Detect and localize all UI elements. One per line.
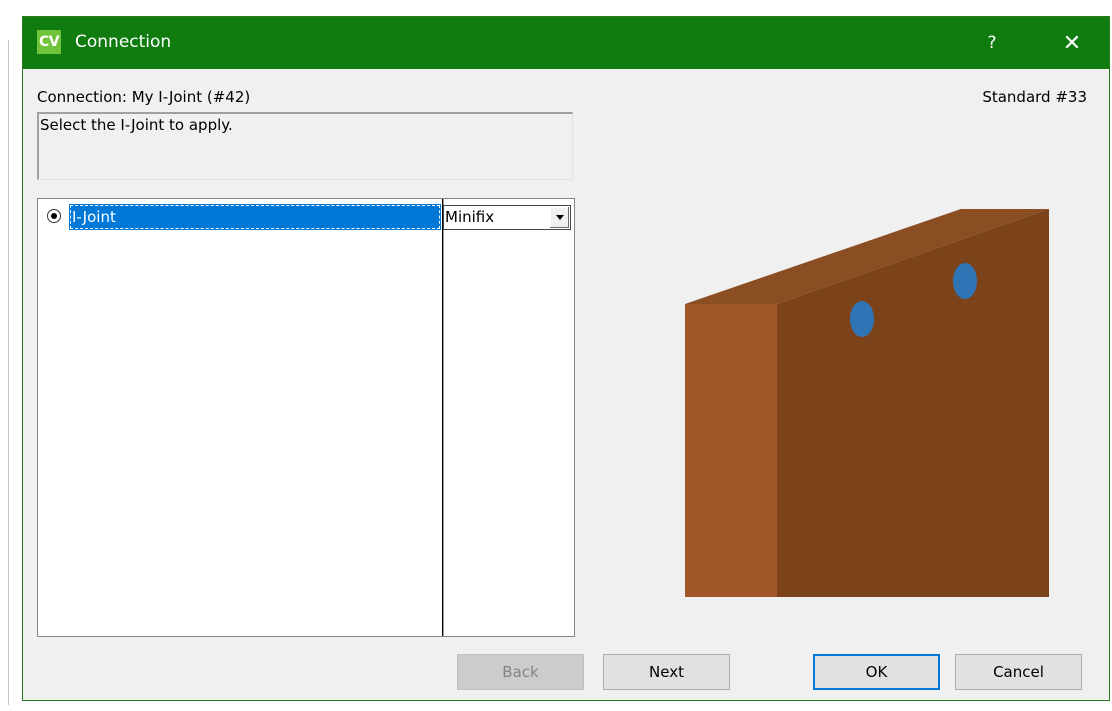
- next-button[interactable]: Next: [603, 654, 730, 690]
- dowel-hole-right: [953, 263, 977, 299]
- radio-button-selected[interactable]: [47, 209, 61, 223]
- joint-preview-image: [685, 209, 1049, 597]
- column-divider-shadow: [443, 199, 444, 636]
- connection-label: Connection: My I-Joint (#42): [37, 88, 251, 106]
- board-side-face: [685, 304, 777, 597]
- app-logo-icon: CV: [37, 30, 61, 54]
- background-edge-line: [8, 40, 9, 705]
- dowel-hole-left: [850, 301, 874, 337]
- standard-label: Standard #33: [982, 88, 1087, 106]
- help-button[interactable]: ?: [969, 17, 1015, 69]
- dropdown-selected-value: Minifix: [445, 208, 495, 226]
- ok-button[interactable]: OK: [813, 654, 940, 690]
- connection-dialog: CV Connection ? ✕ Connection: My I-Joint…: [22, 16, 1110, 701]
- window-title: Connection: [75, 32, 172, 52]
- chevron-down-icon: [555, 215, 564, 220]
- close-button[interactable]: ✕: [1049, 17, 1095, 69]
- back-button[interactable]: Back: [457, 654, 584, 690]
- title-bar[interactable]: CV Connection ? ✕: [23, 17, 1109, 69]
- description-box: Select the I-Joint to apply.: [37, 112, 573, 180]
- connector-type-dropdown[interactable]: Minifix: [443, 205, 571, 230]
- dropdown-button[interactable]: [549, 207, 569, 228]
- list-item-label[interactable]: I-Joint: [69, 204, 441, 230]
- list-item[interactable]: I-Joint Minifix: [38, 204, 574, 230]
- cancel-button[interactable]: Cancel: [955, 654, 1082, 690]
- joint-list[interactable]: I-Joint Minifix: [37, 198, 575, 637]
